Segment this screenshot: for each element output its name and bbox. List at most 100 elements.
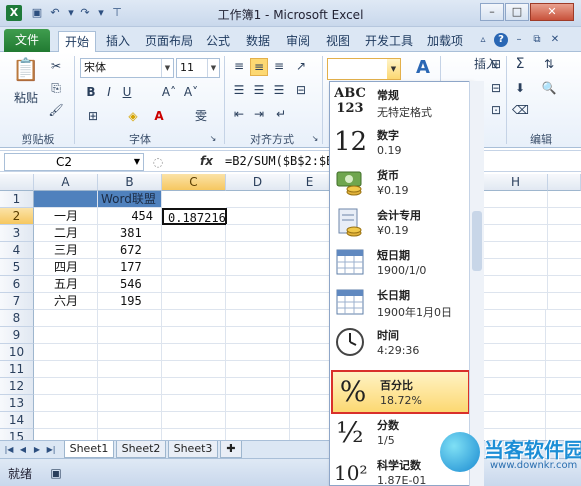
first-sheet-icon[interactable]: |◀ xyxy=(4,443,14,457)
align-center-icon[interactable]: ☰ xyxy=(250,82,268,98)
column-header-a[interactable]: A xyxy=(34,174,98,191)
format-option-accounting[interactable]: 会计专用 ¥0.19 xyxy=(330,202,471,242)
cell-a1[interactable] xyxy=(34,191,98,208)
row-header[interactable]: 13 xyxy=(0,395,34,412)
empty-cells-area[interactable] xyxy=(34,310,581,440)
tab-formulas[interactable]: 公式 xyxy=(200,31,236,52)
sort-filter-icon[interactable]: ⇅ xyxy=(540,56,558,72)
empty-cells-area[interactable] xyxy=(484,191,581,310)
format-option-time[interactable]: 时间 4:29:36 xyxy=(330,322,471,362)
align-left-icon[interactable]: ☰ xyxy=(230,82,248,98)
tab-view[interactable]: 视图 xyxy=(320,31,356,52)
row-header[interactable]: 4 xyxy=(0,242,34,259)
row-header[interactable]: 9 xyxy=(0,327,34,344)
cell-a2[interactable]: 一月 xyxy=(34,208,98,225)
align-right-icon[interactable]: ☰ xyxy=(270,82,288,98)
chevron-down-icon[interactable]: ▼ xyxy=(207,59,219,77)
formula-cancel-icon[interactable]: ◌ xyxy=(152,154,164,170)
format-option-general[interactable]: ABC 123 常规 无特定格式 xyxy=(330,82,471,122)
format-option-currency[interactable]: 货币 ¥0.19 xyxy=(330,162,471,202)
column-header-i[interactable] xyxy=(548,174,581,191)
row-header[interactable]: 1 xyxy=(0,191,34,208)
next-sheet-icon[interactable]: ▶ xyxy=(32,443,42,457)
tab-data[interactable]: 数据 xyxy=(240,31,276,52)
tab-page-layout[interactable]: 页面布局 xyxy=(140,31,198,52)
font-color-icon[interactable]: A xyxy=(150,108,168,124)
align-bottom-icon[interactable]: ≡ xyxy=(270,58,288,74)
underline-icon[interactable]: U xyxy=(120,84,134,100)
fill-color-icon[interactable]: ◈ xyxy=(124,108,142,124)
close-button[interactable]: ✕ xyxy=(530,3,574,21)
format-option-short-date[interactable]: 短日期 1900/1/0 xyxy=(330,242,471,282)
bold-icon[interactable]: B xyxy=(84,84,98,100)
dialog-launcher-icon[interactable]: ↘ xyxy=(310,131,320,147)
wrap-text-icon[interactable]: ↵ xyxy=(272,106,290,122)
maximize-button[interactable]: □ xyxy=(505,3,529,21)
chevron-down-icon[interactable]: ▼ xyxy=(387,59,400,79)
prev-sheet-icon[interactable]: ◀ xyxy=(18,443,28,457)
column-header-c[interactable]: C xyxy=(162,174,226,191)
empty-cells-area[interactable] xyxy=(162,225,226,310)
sheet-tab-3[interactable]: Sheet3 xyxy=(168,441,218,458)
row-header[interactable]: 10 xyxy=(0,344,34,361)
increase-indent-icon[interactable]: ⇥ xyxy=(250,106,268,122)
styles-icon[interactable]: A xyxy=(412,59,434,77)
merge-center-icon[interactable]: ⊟ xyxy=(292,82,310,98)
column-header-e[interactable]: E xyxy=(290,174,330,191)
row-header[interactable]: 5 xyxy=(0,259,34,276)
paste-label[interactable]: 粘贴 xyxy=(12,90,40,106)
align-top-icon[interactable]: ≡ xyxy=(230,58,248,74)
tab-developer[interactable]: 开发工具 xyxy=(360,31,418,52)
column-header-b[interactable]: B xyxy=(98,174,162,191)
cell-b1[interactable]: Word联盟 xyxy=(98,191,162,208)
paste-icon[interactable]: 📋 xyxy=(12,58,40,84)
row-header[interactable]: 12 xyxy=(0,378,34,395)
cell-b7[interactable]: 195 xyxy=(98,293,162,310)
cell-c2-active[interactable]: 0.187216 xyxy=(162,208,227,225)
tab-insert[interactable]: 插入 xyxy=(100,31,136,52)
clear-icon[interactable]: ⌫ xyxy=(512,102,529,118)
doc-minimize-icon[interactable]: – xyxy=(512,33,526,47)
row-header[interactable]: 2 xyxy=(0,208,34,225)
insert-function-button[interactable]: fx xyxy=(200,154,213,168)
cell-a7[interactable]: 六月 xyxy=(34,293,98,310)
cell-b4[interactable]: 672 xyxy=(98,242,162,259)
sheet-tab-1[interactable]: Sheet1 xyxy=(64,441,114,458)
phonetic-icon[interactable]: 雯 xyxy=(190,108,212,124)
sheet-tab-2[interactable]: Sheet2 xyxy=(116,441,166,458)
cell-a5[interactable]: 四月 xyxy=(34,259,98,276)
name-box[interactable]: C2 ▼ xyxy=(4,153,144,171)
tab-home[interactable]: 开始 xyxy=(58,31,96,52)
decrease-indent-icon[interactable]: ⇤ xyxy=(230,106,248,122)
tab-add-ins[interactable]: 加载项 xyxy=(422,31,468,52)
minimize-ribbon-icon[interactable]: ▵ xyxy=(476,33,490,47)
cell-b6[interactable]: 546 xyxy=(98,276,162,293)
italic-icon[interactable]: I xyxy=(102,84,116,100)
last-sheet-icon[interactable]: ▶| xyxy=(46,443,56,457)
row-header[interactable]: 15 xyxy=(0,429,34,440)
doc-close-icon[interactable]: ✕ xyxy=(548,33,562,47)
orientation-icon[interactable]: ↗ xyxy=(292,58,310,74)
formula-input[interactable]: =B2/SUM($B$2:$B xyxy=(225,154,333,168)
format-option-number[interactable]: 12 数字 0.19 xyxy=(330,122,471,162)
row-header[interactable]: 6 xyxy=(0,276,34,293)
macro-record-icon[interactable]: ▣ xyxy=(48,465,64,481)
select-all-corner[interactable] xyxy=(0,174,34,191)
font-name-select[interactable]: 宋体 ▼ xyxy=(80,58,174,78)
tab-review[interactable]: 审阅 xyxy=(280,31,316,52)
doc-restore-icon[interactable]: ⧉ xyxy=(530,33,544,47)
insert-cells-label[interactable]: 插入 xyxy=(458,56,498,72)
cell-b3[interactable]: 381 xyxy=(98,225,162,242)
cell-b2[interactable]: 454 xyxy=(98,208,162,225)
dropdown-scrollbar[interactable] xyxy=(469,81,484,486)
row-header[interactable]: 8 xyxy=(0,310,34,327)
shrink-font-icon[interactable]: A˅ xyxy=(182,84,200,100)
find-select-icon[interactable]: 🔍 xyxy=(540,80,558,96)
row-header[interactable]: 7 xyxy=(0,293,34,310)
column-header-d[interactable]: D xyxy=(226,174,290,191)
insert-sheet-icon[interactable]: ✚ xyxy=(220,441,242,458)
cell-a3[interactable]: 二月 xyxy=(34,225,98,242)
scrollbar-thumb[interactable] xyxy=(472,211,482,271)
grow-font-icon[interactable]: A˄ xyxy=(160,84,178,100)
row-header[interactable]: 3 xyxy=(0,225,34,242)
